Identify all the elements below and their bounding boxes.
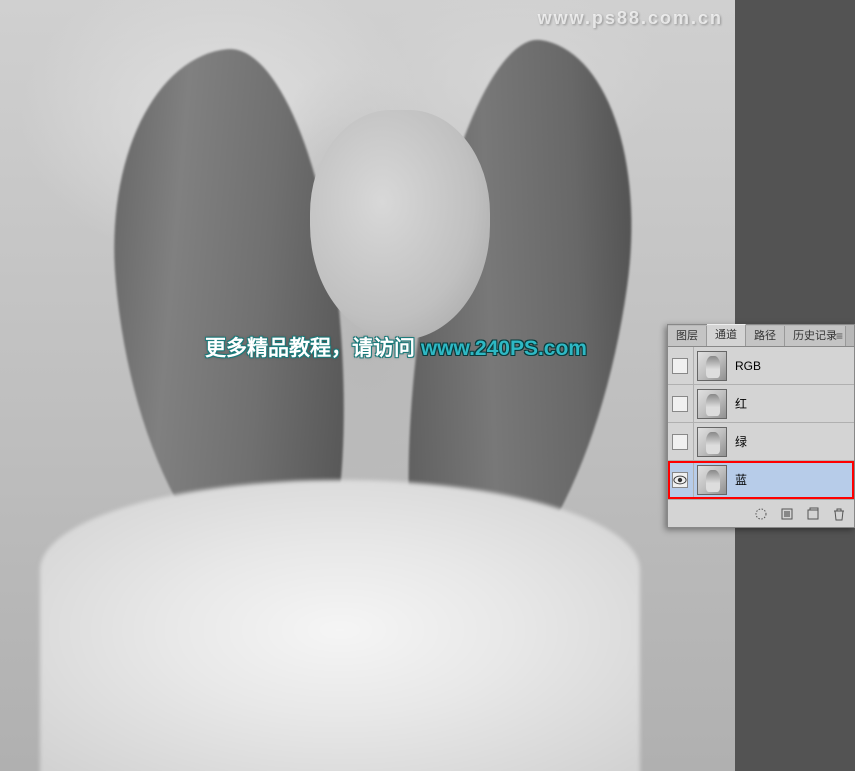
tab-layers[interactable]: 图层 — [668, 326, 707, 346]
panel-menu-icon[interactable] — [836, 329, 850, 343]
visibility-toggle[interactable] — [672, 358, 688, 374]
overlay-cn-text: 更多精品教程，请访问 — [205, 337, 421, 360]
divider — [693, 385, 694, 423]
divider — [693, 347, 694, 385]
photo-face — [310, 110, 490, 340]
channel-thumbnail — [697, 389, 727, 419]
watermark-text: www.ps88.com.cn — [538, 8, 723, 29]
tab-channels[interactable]: 通道 — [707, 324, 746, 346]
channel-row-blue[interactable]: 蓝 — [668, 461, 854, 499]
visibility-toggle[interactable] — [672, 434, 688, 450]
channel-thumbnail — [697, 427, 727, 457]
channel-thumbnail — [697, 465, 727, 495]
delete-channel-icon[interactable] — [830, 505, 848, 523]
load-selection-icon[interactable] — [752, 505, 770, 523]
channel-label: 红 — [735, 395, 747, 412]
channel-row-red[interactable]: 红 — [668, 385, 854, 423]
save-selection-icon[interactable] — [778, 505, 796, 523]
eye-icon — [673, 475, 687, 485]
canvas-area[interactable]: www.ps88.com.cn 更多精品教程，请访问 www.240PS.com — [0, 0, 735, 771]
channel-label: RGB — [735, 359, 761, 373]
panel-footer — [668, 499, 854, 527]
divider — [693, 423, 694, 461]
channel-label: 蓝 — [735, 471, 747, 488]
panel-tabs: 图层 通道 路径 历史记录 — [668, 325, 854, 347]
overlay-url-text: www.240PS.com — [421, 337, 587, 360]
visibility-toggle[interactable] — [672, 472, 688, 488]
new-channel-icon[interactable] — [804, 505, 822, 523]
channel-thumbnail — [697, 351, 727, 381]
channel-row-rgb[interactable]: RGB — [668, 347, 854, 385]
channel-row-green[interactable]: 绿 — [668, 423, 854, 461]
divider — [693, 461, 694, 499]
overlay-caption: 更多精品教程，请访问 www.240PS.com — [205, 332, 587, 362]
tab-paths[interactable]: 路径 — [746, 326, 785, 346]
photo-coat — [40, 480, 640, 771]
channels-panel: 图层 通道 路径 历史记录 RGB 红 绿 — [667, 324, 855, 528]
channel-list: RGB 红 绿 蓝 — [668, 347, 854, 499]
visibility-toggle[interactable] — [672, 396, 688, 412]
channel-label: 绿 — [735, 433, 747, 450]
